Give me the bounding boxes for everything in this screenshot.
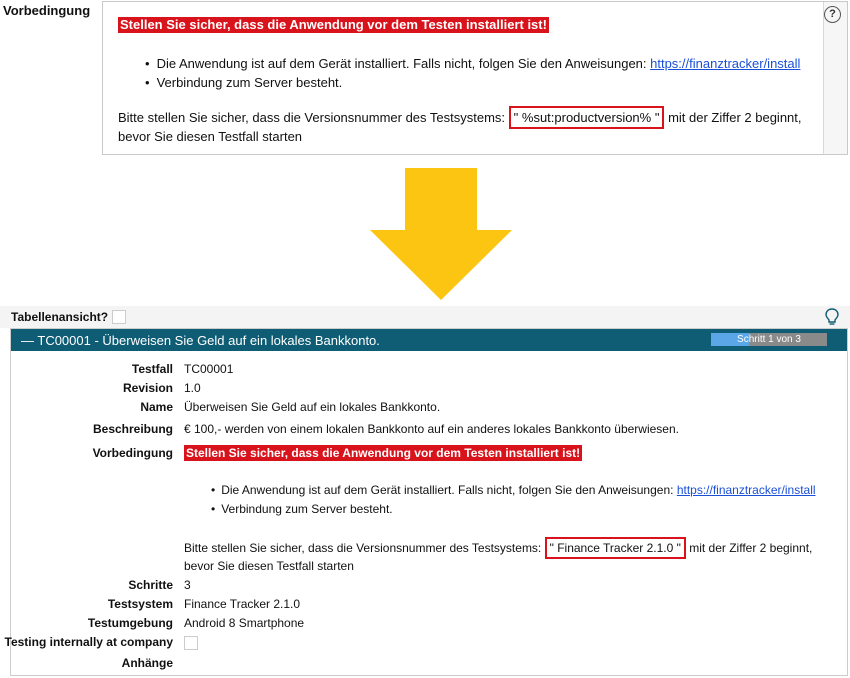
install-link[interactable]: https://finanztracker/install [650,56,800,71]
list-item: Verbindung zum Server besteht. [145,73,800,92]
list-item-text: Verbindung zum Server besteht. [156,75,343,90]
testcase-section: — TC00001 - Überweisen Sie Geld auf ein … [5,328,848,676]
list-item-text: Die Anwendung ist auf dem Gerät installi… [156,56,651,71]
list-item-text: Die Anwendung ist auf dem Gerät installi… [221,483,677,497]
name-value: Überweisen Sie Geld auf ein lokales Bank… [184,400,441,414]
revision-label: Revision [122,381,173,395]
precondition-label: Vorbedingung [92,446,173,460]
install-warning: Stellen Sie sicher, dass die Anwendung v… [184,445,583,461]
precondition-label: Vorbedingung [3,3,91,18]
revision-value: 1.0 [184,381,201,395]
list-item: Die Anwendung ist auf dem Gerät installi… [211,481,816,500]
attachments-label: Anhänge [121,656,173,670]
editor-content[interactable]: Stellen Sie sicher, dass die Anwendung v… [103,2,824,154]
testcase-title[interactable]: — TC00001 - Überweisen Sie Geld auf ein … [21,333,380,348]
step-progress: Schritt 1 von 3 [711,333,827,346]
testsystem-label: Testsystem [107,597,173,611]
precondition-list: Die Anwendung ist auf dem Gerät installi… [145,54,801,92]
help-icon[interactable]: ? [824,6,841,23]
testcase-view: Tabellenansicht? — TC00001 - Überweisen … [0,306,850,678]
description-label: Beschreibung [92,422,173,436]
environment-label: Testumgebung [87,616,173,630]
testfall-label: Testfall [131,362,173,376]
testcase-header[interactable]: — TC00001 - Überweisen Sie Geld auf ein … [11,329,847,351]
table-view-checkbox[interactable] [112,310,126,324]
install-warning: Stellen Sie sicher, dass die Anwendung v… [118,17,549,33]
lightbulb-icon[interactable] [825,308,839,326]
internal-testing-label: Testing internally at company [4,635,173,649]
version-placeholder: " %sut:productversion% " [508,106,665,129]
resolved-version: " Finance Tracker 2.1.0 " [544,537,686,559]
version-paragraph: Bitte stellen Sie sicher, dass die Versi… [184,537,844,575]
testfall-value: TC00001 [184,362,234,376]
precondition-editor[interactable]: Stellen Sie sicher, dass die Anwendung v… [102,1,848,155]
list-item: Verbindung zum Server besteht. [211,500,816,519]
description-value: € 100,- werden von einem lokalen Bankkon… [184,422,679,436]
internal-testing-checkbox[interactable] [184,635,198,650]
environment-value: Android 8 Smartphone [184,616,305,630]
progress-label: Schritt 1 von 3 [737,334,801,345]
down-arrow-icon [370,168,512,300]
table-view-label: Tabellenansicht? [11,310,109,324]
precondition-list: Die Anwendung ist auf dem Gerät installi… [211,481,816,519]
view-toolbar: Tabellenansicht? [0,306,850,328]
paragraph-text: Bitte stellen Sie sicher, dass die Versi… [118,110,509,125]
steps-value: 3 [184,578,191,592]
steps-label: Schritte [128,578,173,592]
list-item: Die Anwendung ist auf dem Gerät installi… [145,54,801,73]
testsystem-value: Finance Tracker 2.1.0 [184,597,301,611]
name-label: Name [140,400,173,414]
version-paragraph: Bitte stellen Sie sicher, dass die Versi… [118,106,818,146]
list-item-text: Verbindung zum Server besteht. [221,502,393,516]
paragraph-text: Bitte stellen Sie sicher, dass die Versi… [184,541,545,555]
install-link[interactable]: https://finanztracker/install [677,483,816,497]
